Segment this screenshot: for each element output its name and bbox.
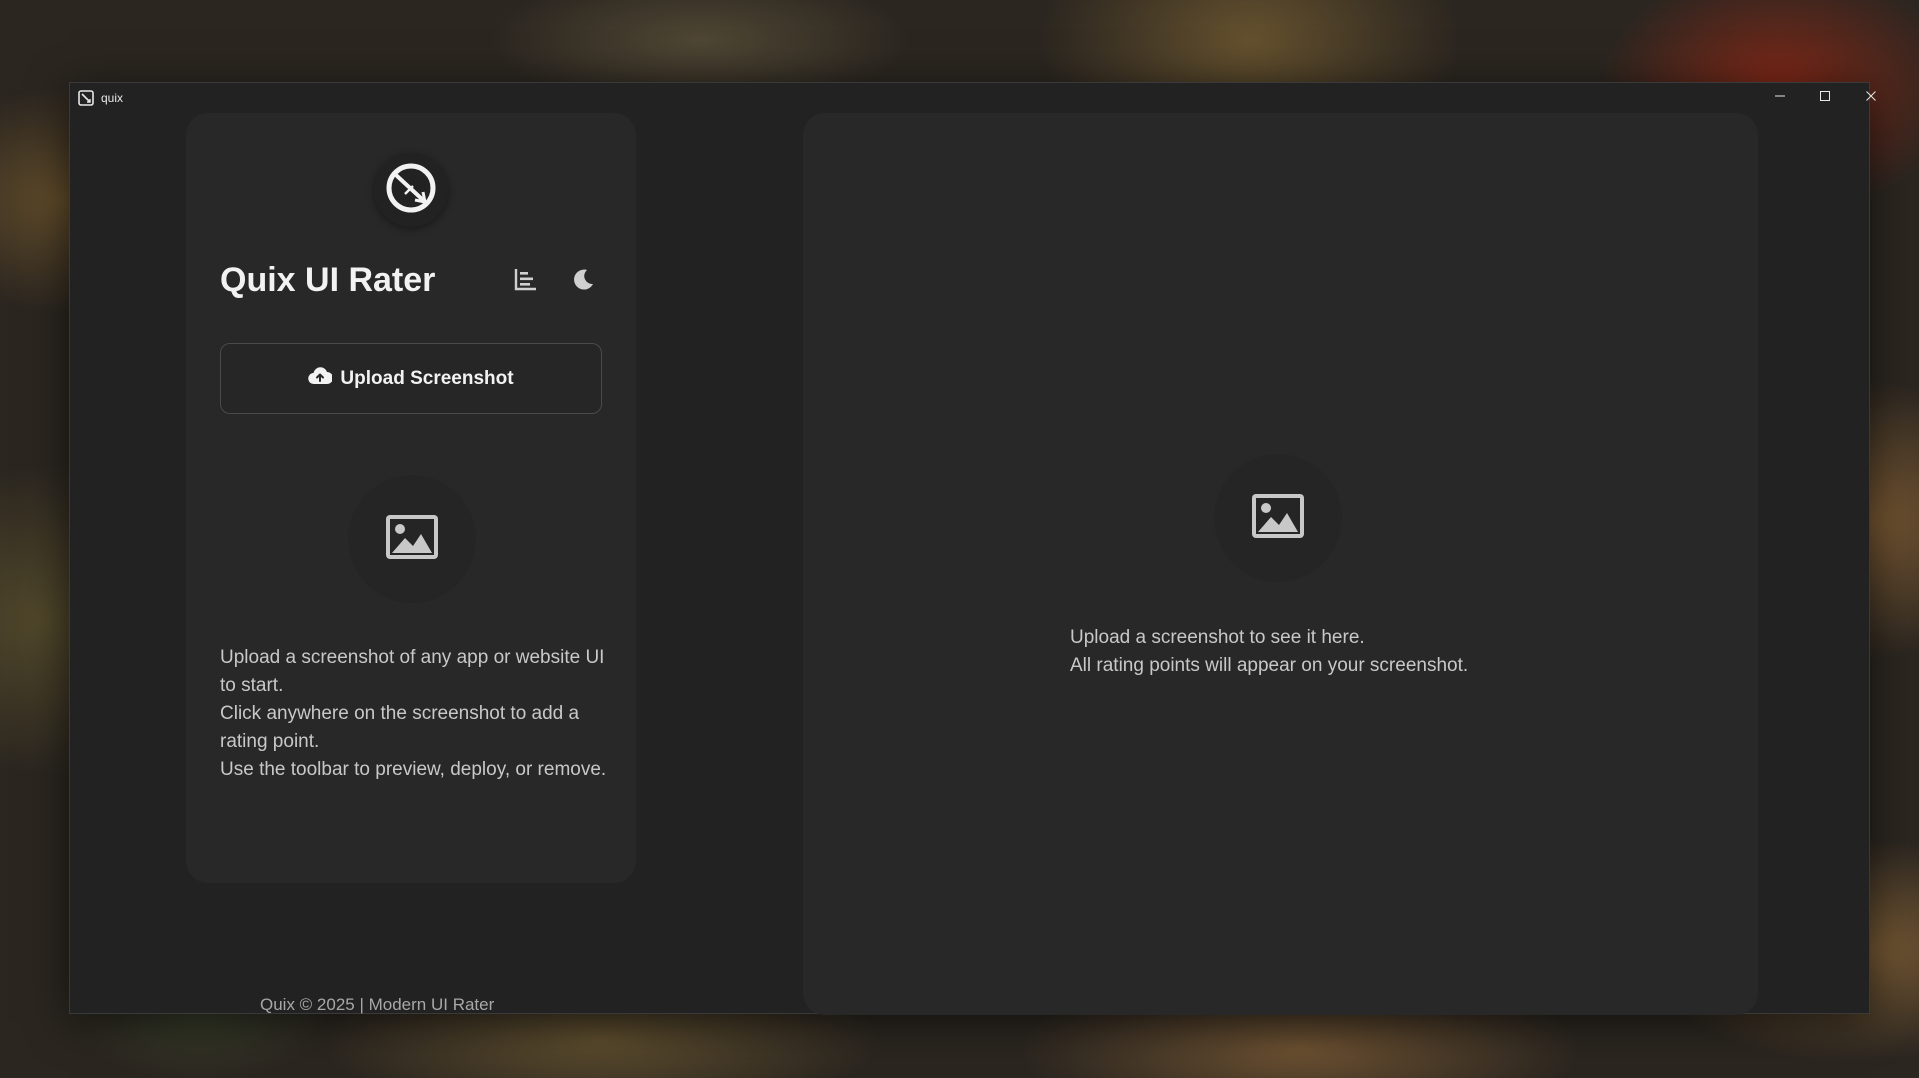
preview-message-line: All rating points will appear on your sc… [1070, 655, 1469, 676]
app-window: quix Quix UI Rater Upload Screenshot Upl… [69, 82, 1876, 1015]
quix-logo-icon [383, 160, 439, 221]
sidebar-panel: Quix UI Rater Upload Screenshot Upload a… [186, 113, 636, 883]
stats-button[interactable] [508, 263, 544, 299]
preview-image-placeholder [1214, 454, 1342, 582]
title-bar[interactable]: quix [70, 83, 1876, 113]
quix-logo-icon [78, 90, 94, 106]
upload-screenshot-button[interactable]: Upload Screenshot [220, 343, 602, 414]
theme-toggle-button[interactable] [566, 263, 602, 299]
minimize-button[interactable] [1757, 83, 1803, 113]
footer-text: Quix © 2025 | Modern UI Rater [260, 995, 495, 1014]
instruction-line: Click anywhere on the screenshot to add … [220, 703, 580, 752]
preview-empty-message: Upload a screenshot to see it here. All … [1070, 624, 1468, 680]
moon-icon [572, 267, 596, 296]
close-icon [1865, 89, 1877, 107]
image-icon [385, 514, 439, 565]
app-logo [374, 153, 448, 227]
preview-message-line: Upload a screenshot to see it here. [1070, 627, 1365, 648]
instruction-line: Upload a screenshot of any app or websit… [220, 647, 605, 696]
maximize-icon [1819, 89, 1831, 107]
close-button[interactable] [1848, 83, 1894, 113]
instruction-line: Use the toolbar to preview, deploy, or r… [220, 759, 607, 780]
screenshot-preview-panel[interactable]: Upload a screenshot to see it here. All … [803, 113, 1758, 1015]
instructions: Upload a screenshot of any app or websit… [220, 644, 610, 784]
app-title: Quix UI Rater [220, 261, 436, 299]
sidebar-image-placeholder [348, 475, 476, 603]
window-title: quix [101, 91, 124, 105]
maximize-button[interactable] [1802, 83, 1848, 113]
cloud-upload-icon [308, 366, 334, 392]
upload-button-label: Upload Screenshot [340, 367, 514, 389]
minimize-icon [1774, 89, 1786, 107]
bar-chart-icon [513, 266, 539, 297]
image-icon [1251, 493, 1305, 544]
